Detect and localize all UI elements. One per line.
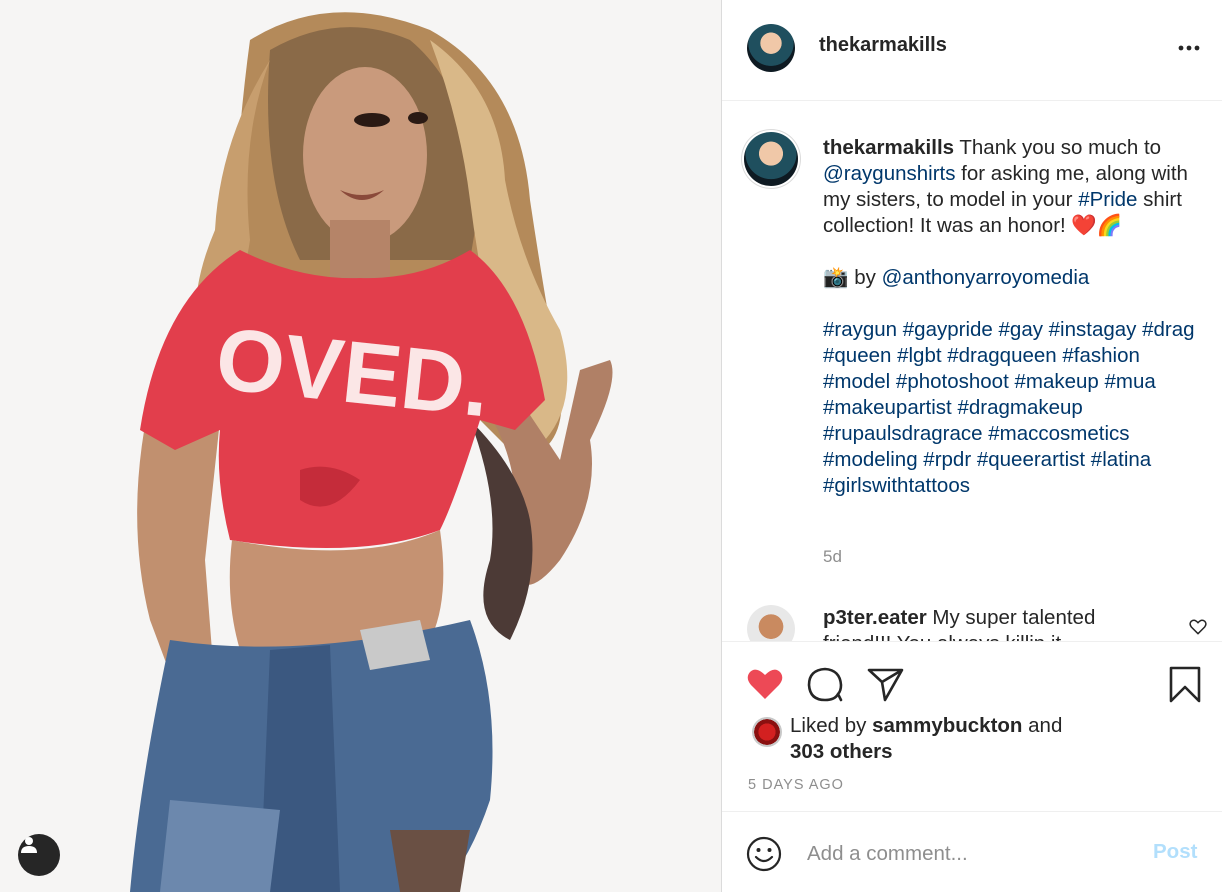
post-header: thekarmakills	[722, 0, 1222, 101]
liker-avatar[interactable]	[752, 717, 782, 747]
caption-text-1: Thank you so much to	[954, 136, 1162, 159]
likes-and: and	[1022, 714, 1063, 737]
likes-summary: Liked by sammybuckton and 303 others	[790, 713, 1110, 765]
heart-icon[interactable]	[745, 664, 785, 704]
post-comment-button[interactable]: Post	[1153, 840, 1197, 864]
caption: thekarmakills Thank you so much to @rayg…	[823, 135, 1208, 499]
post-image: OVED.	[0, 0, 721, 892]
hashtag-list[interactable]: #raygun #gaypride #gay #instagay #drag #…	[823, 317, 1208, 499]
hashtag-link[interactable]: #Pride	[1078, 188, 1137, 211]
emoji-icon[interactable]	[746, 836, 782, 872]
caption-time[interactable]: 5d	[823, 547, 842, 567]
comments-section[interactable]: thekarmakills Thank you so much to @rayg…	[722, 101, 1222, 641]
caption-username[interactable]: thekarmakills	[823, 136, 954, 159]
liker-username[interactable]: sammybuckton	[872, 714, 1022, 737]
likes-prefix: Liked by	[790, 714, 873, 737]
share-icon[interactable]	[865, 664, 905, 704]
post-photo[interactable]: OVED.	[0, 0, 721, 892]
comment-like-icon[interactable]	[1188, 617, 1208, 637]
photographer-mention[interactable]: @anthonyarroyomedia	[882, 266, 1090, 289]
post-sidebar: thekarmakills thekarmakills Thank you so…	[721, 0, 1222, 892]
post-timestamp[interactable]: 5 DAYS AGO	[748, 777, 844, 793]
more-icon[interactable]	[1177, 38, 1201, 58]
comment-input[interactable]	[807, 836, 1137, 872]
bookmark-icon[interactable]	[1165, 664, 1205, 704]
user-tag-icon	[21, 837, 37, 853]
comment-icon[interactable]	[805, 664, 845, 704]
comment-item: p3ter.eater My super talented friend!!! …	[823, 605, 1163, 641]
add-comment-bar: Post	[722, 811, 1222, 892]
post-actions: Liked by sammybuckton and 303 others 5 D…	[722, 641, 1222, 811]
author-avatar[interactable]	[747, 24, 795, 72]
commenter-username[interactable]: p3ter.eater	[823, 606, 927, 629]
commenter-avatar[interactable]	[747, 605, 795, 641]
photo-credit-prefix: 📸 by	[823, 266, 882, 289]
user-tag-button[interactable]	[18, 834, 60, 876]
caption-author-avatar[interactable]	[744, 132, 798, 186]
author-username[interactable]: thekarmakills	[819, 34, 947, 57]
mention-link[interactable]: @raygunshirts	[823, 162, 955, 185]
likes-others-count[interactable]: 303 others	[790, 740, 893, 763]
